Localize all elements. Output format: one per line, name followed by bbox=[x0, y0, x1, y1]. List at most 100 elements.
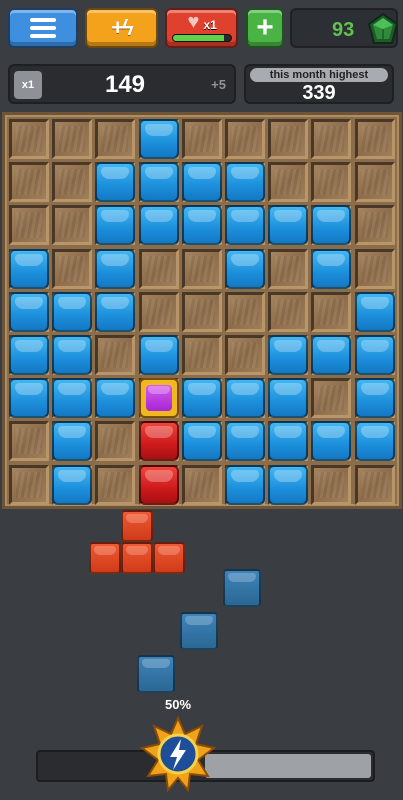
life-bar bbox=[171, 34, 232, 42]
board-cell[interactable] bbox=[311, 162, 352, 203]
board-cell[interactable] bbox=[181, 291, 222, 332]
current-score: 149 bbox=[104, 71, 146, 98]
board-cell[interactable] bbox=[354, 162, 395, 203]
board-cell[interactable] bbox=[52, 119, 93, 159]
blue-block bbox=[268, 421, 309, 462]
blue-block bbox=[52, 378, 93, 419]
board-cell[interactable] bbox=[95, 119, 136, 159]
board-cell[interactable] bbox=[354, 464, 395, 505]
board-cell[interactable] bbox=[225, 335, 265, 375]
menu-icon bbox=[30, 18, 56, 38]
piece-block bbox=[121, 510, 153, 542]
board-cell[interactable] bbox=[354, 248, 395, 289]
score-delta: +5 bbox=[211, 77, 226, 92]
blue-block bbox=[225, 421, 265, 462]
blue-block bbox=[9, 291, 49, 332]
board-cell[interactable] bbox=[95, 335, 136, 375]
boost-button[interactable]: +ϟ bbox=[85, 8, 158, 48]
board-cell[interactable] bbox=[354, 205, 395, 246]
board-cell[interactable] bbox=[52, 205, 93, 246]
purple-block bbox=[138, 378, 179, 419]
blue-block bbox=[9, 335, 49, 375]
blue-block bbox=[52, 421, 93, 462]
piece-block bbox=[89, 542, 121, 574]
top-bar: +ϟ ♥ x1 + 93 bbox=[0, 0, 403, 56]
lightning-badge-icon[interactable] bbox=[140, 716, 216, 792]
board-cell[interactable] bbox=[52, 162, 93, 203]
board-cell[interactable] bbox=[138, 248, 179, 289]
board-cell[interactable] bbox=[9, 205, 49, 246]
board-cell[interactable] bbox=[181, 119, 222, 159]
blue-block bbox=[181, 421, 222, 462]
board-cell[interactable] bbox=[268, 291, 309, 332]
blue-block bbox=[354, 335, 395, 375]
gem-count: 93 bbox=[332, 19, 355, 41]
blue-block bbox=[354, 421, 395, 462]
board-cell[interactable] bbox=[268, 162, 309, 203]
blue-block bbox=[9, 248, 49, 289]
piece-block bbox=[121, 542, 153, 574]
life-multiplier: x1 bbox=[203, 18, 217, 32]
blue-block bbox=[52, 335, 93, 375]
board-cell[interactable] bbox=[9, 162, 49, 203]
board-cell[interactable] bbox=[311, 119, 352, 159]
board-cell[interactable] bbox=[311, 378, 352, 419]
high-score-panel: this month highest 339 bbox=[244, 64, 394, 104]
blue-block bbox=[52, 291, 93, 332]
board-cell[interactable] bbox=[225, 291, 265, 332]
board-cell[interactable] bbox=[311, 291, 352, 332]
blue-block bbox=[225, 248, 265, 289]
board-cell[interactable] bbox=[181, 464, 222, 505]
piece-block bbox=[180, 612, 218, 650]
blue-block bbox=[52, 464, 93, 505]
board-cell[interactable] bbox=[138, 291, 179, 332]
progress-percent: 50% bbox=[164, 697, 192, 712]
blue-block bbox=[311, 421, 352, 462]
blue-block bbox=[268, 464, 309, 505]
blue-block bbox=[181, 378, 222, 419]
blue-block bbox=[95, 378, 136, 419]
board-cell[interactable] bbox=[9, 119, 49, 159]
board-cell[interactable] bbox=[268, 119, 309, 159]
piece-block bbox=[137, 655, 175, 693]
gem-icon bbox=[367, 12, 399, 44]
blue-block bbox=[311, 205, 352, 246]
red-block bbox=[138, 421, 179, 462]
board-cell[interactable] bbox=[9, 421, 49, 462]
red-block bbox=[138, 464, 179, 505]
blue-block bbox=[95, 162, 136, 203]
blue-block bbox=[95, 205, 136, 246]
life-button[interactable]: ♥ x1 bbox=[165, 8, 238, 48]
menu-button[interactable] bbox=[8, 8, 78, 48]
board-cell[interactable] bbox=[268, 248, 309, 289]
blue-block bbox=[95, 291, 136, 332]
score-panel: x1 149 +5 bbox=[8, 64, 236, 104]
blue-block bbox=[354, 378, 395, 419]
board-cell[interactable] bbox=[225, 119, 265, 159]
blue-block bbox=[225, 378, 265, 419]
board-cell[interactable] bbox=[9, 464, 49, 505]
high-score-value: 339 bbox=[302, 82, 336, 104]
board-cell[interactable] bbox=[354, 119, 395, 159]
board-cell[interactable] bbox=[52, 248, 93, 289]
heart-icon: ♥ bbox=[187, 11, 200, 33]
add-gems-button[interactable]: + bbox=[246, 8, 284, 48]
blue-block bbox=[138, 162, 179, 203]
blue-block bbox=[225, 162, 265, 203]
piece-block bbox=[223, 569, 261, 607]
lightning-icon: +ϟ bbox=[111, 15, 133, 40]
gem-counter: 93 bbox=[290, 8, 399, 48]
blue-block bbox=[311, 335, 352, 375]
board-cell[interactable] bbox=[95, 421, 136, 462]
game-board[interactable] bbox=[2, 112, 402, 509]
blue-block bbox=[138, 335, 179, 375]
blue-block bbox=[268, 205, 309, 246]
board-cell[interactable] bbox=[181, 248, 222, 289]
board-cell[interactable] bbox=[95, 464, 136, 505]
piece-block bbox=[153, 542, 185, 574]
blue-block bbox=[225, 464, 265, 505]
blue-block bbox=[268, 378, 309, 419]
blue-block bbox=[95, 248, 136, 289]
board-cell[interactable] bbox=[311, 464, 352, 505]
board-cell[interactable] bbox=[181, 335, 222, 375]
